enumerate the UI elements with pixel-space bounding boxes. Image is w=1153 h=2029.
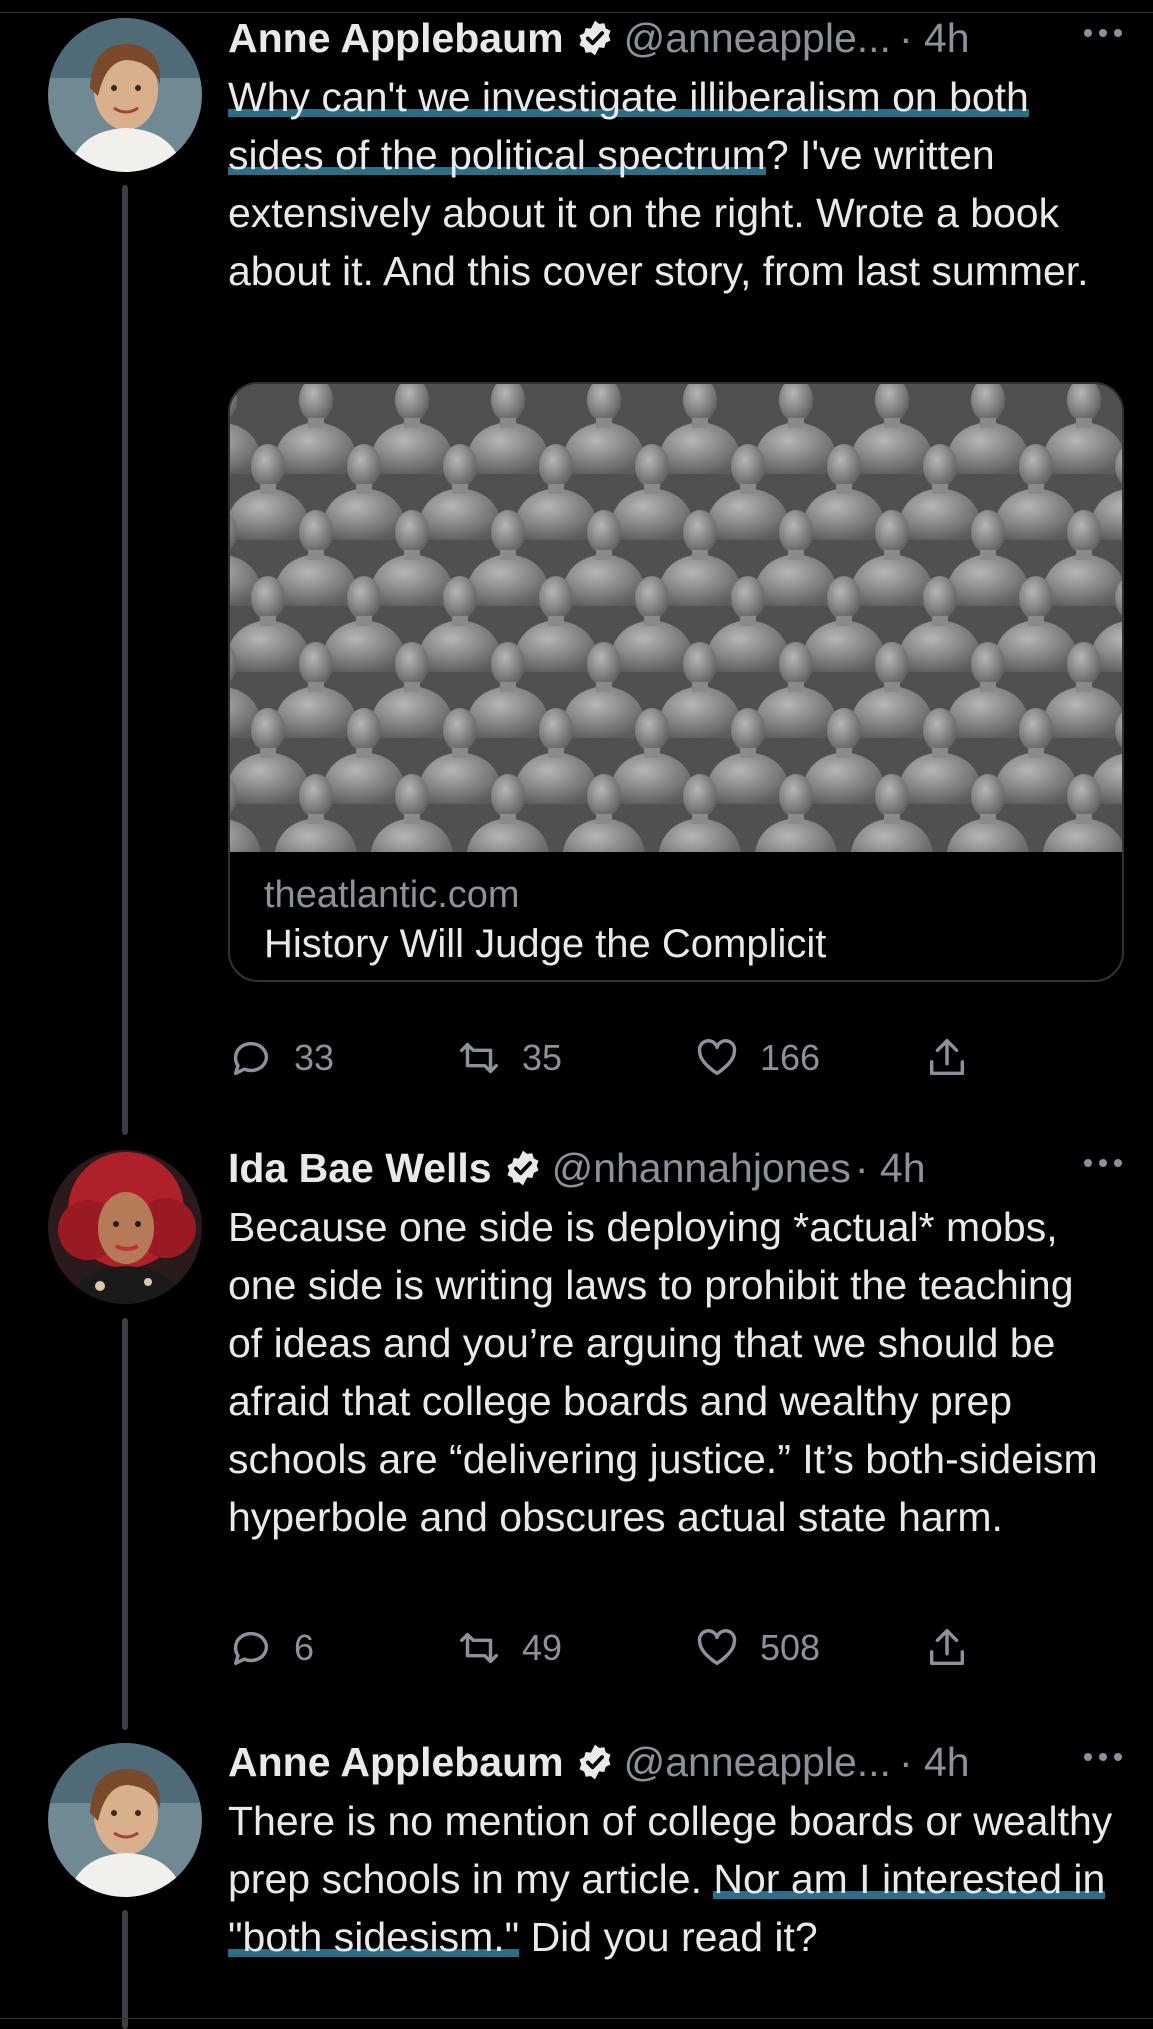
- tweet-text: Why can't we investigate illiberalism on…: [228, 68, 1108, 300]
- retweet-icon: [460, 1042, 498, 1074]
- avatar[interactable]: [48, 18, 202, 172]
- heart-icon: [697, 1629, 737, 1666]
- tweet-actions: 6 49 508: [228, 1625, 1128, 1675]
- verified-badge-icon: [579, 20, 611, 56]
- like-button[interactable]: 166: [694, 1035, 820, 1081]
- tweet-actions: 33 35 166: [228, 1035, 1128, 1085]
- more-dots-icon[interactable]: [1078, 18, 1128, 48]
- tweet[interactable]: Anne Applebaum @anneapple... · 4h Why ca…: [228, 10, 1128, 1078]
- tweet-header: Anne Applebaum @anneapple... · 4h: [228, 10, 1128, 66]
- tweet-time[interactable]: · 4h: [899, 15, 970, 62]
- reply-count: 33: [294, 1037, 335, 1078]
- author-name[interactable]: Ida Bae Wells: [228, 1145, 492, 1192]
- tweet-header: Ida Bae Wells @nhannahjones · 4h: [228, 1140, 1128, 1196]
- reply-icon: [233, 1041, 269, 1076]
- heart-icon: [697, 1039, 737, 1076]
- share-button[interactable]: [924, 1035, 990, 1081]
- like-button[interactable]: 508: [694, 1625, 820, 1671]
- tweet-text: Because one side is deploying *actual* m…: [228, 1204, 1098, 1540]
- link-card-image: [230, 384, 1122, 852]
- like-count: 508: [760, 1627, 821, 1668]
- share-icon: [929, 1039, 965, 1076]
- author-handle[interactable]: @anneapple...: [624, 1739, 891, 1786]
- link-card-domain: theatlantic.com: [264, 874, 520, 916]
- thread-line: [122, 1318, 128, 1730]
- share-icon: [929, 1629, 965, 1666]
- avatar[interactable]: [48, 1743, 202, 1897]
- tweet[interactable]: Anne Applebaum @anneapple... · 4h There …: [228, 1734, 1128, 1966]
- tweet-text-after: Did you read it?: [519, 1914, 818, 1960]
- tweet-time[interactable]: · 4h: [899, 1739, 970, 1786]
- link-card[interactable]: theatlantic.com History Will Judge the C…: [228, 382, 1124, 982]
- avatar-image: [48, 1743, 202, 1897]
- author-name[interactable]: Anne Applebaum: [228, 15, 564, 62]
- tweet[interactable]: Ida Bae Wells @nhannahjones · 4h Because…: [228, 1140, 1128, 1668]
- verified-badge-icon: [507, 1150, 539, 1186]
- author-handle[interactable]: @anneapple...: [624, 15, 891, 62]
- share-button[interactable]: [924, 1625, 990, 1671]
- reply-count: 6: [294, 1627, 315, 1668]
- link-card-meta: theatlantic.com History Will Judge the C…: [230, 852, 1122, 980]
- tweet-header: Anne Applebaum @anneapple... · 4h: [228, 1734, 1128, 1790]
- reply-button[interactable]: 6: [228, 1625, 314, 1671]
- tweet-text: There is no mention of college boards or…: [228, 1792, 1118, 1966]
- bottom-divider: [0, 2018, 1153, 2019]
- retweet-count: 49: [522, 1627, 563, 1668]
- avatar-image: [48, 1150, 202, 1304]
- like-count: 166: [760, 1037, 821, 1078]
- retweet-icon: [460, 1632, 498, 1664]
- author-name[interactable]: Anne Applebaum: [228, 1739, 564, 1786]
- reply-button[interactable]: 33: [228, 1035, 334, 1081]
- retweet-count: 35: [522, 1037, 563, 1078]
- thread-line: [122, 1910, 128, 2029]
- link-card-title: History Will Judge the Complicit: [264, 922, 827, 966]
- reply-icon: [233, 1631, 269, 1666]
- thread-line: [122, 185, 128, 1135]
- retweet-button[interactable]: 35: [456, 1035, 562, 1081]
- retweet-button[interactable]: 49: [456, 1625, 562, 1671]
- tweet-time[interactable]: · 4h: [855, 1145, 926, 1192]
- avatar-image: [48, 18, 202, 172]
- more-dots-icon[interactable]: [1078, 1148, 1128, 1178]
- avatar[interactable]: [48, 1150, 202, 1304]
- verified-badge-icon: [579, 1744, 611, 1780]
- author-handle[interactable]: @nhannahjones: [552, 1145, 851, 1192]
- more-dots-icon[interactable]: [1078, 1742, 1128, 1772]
